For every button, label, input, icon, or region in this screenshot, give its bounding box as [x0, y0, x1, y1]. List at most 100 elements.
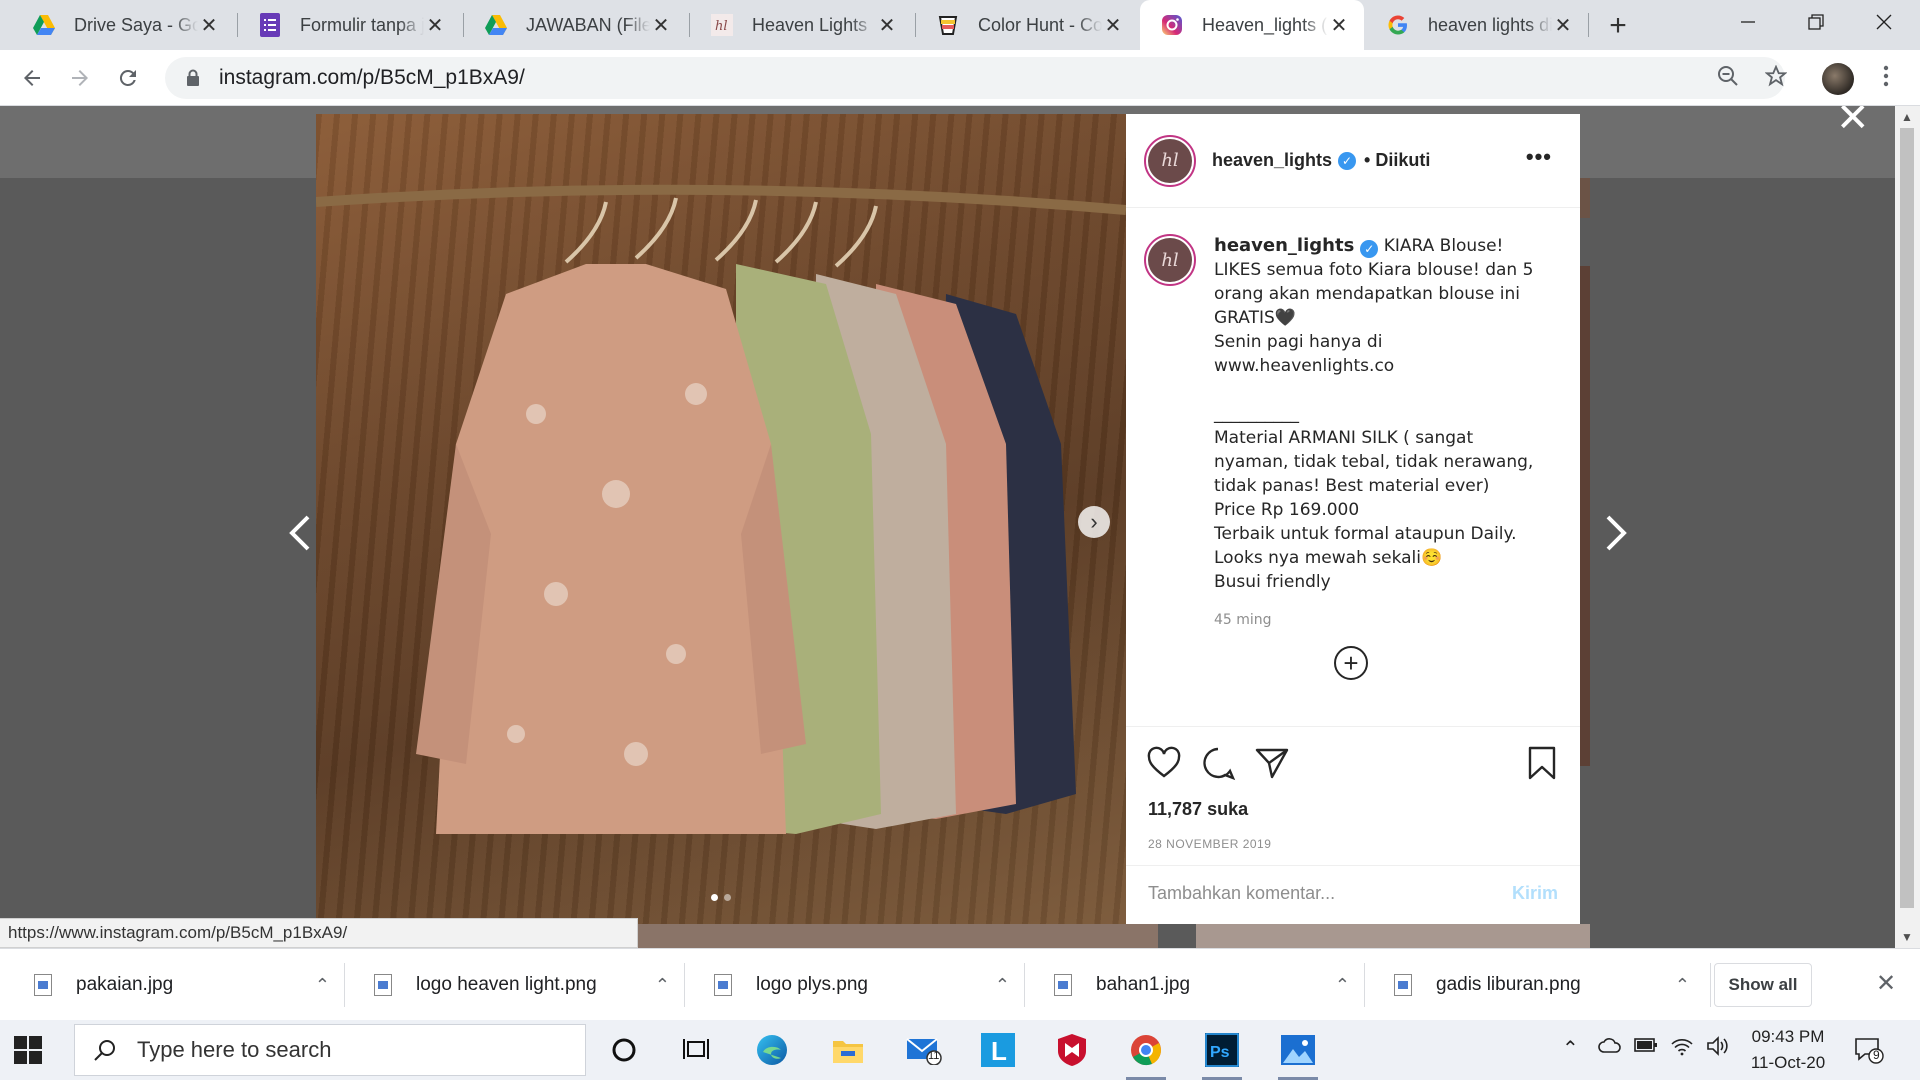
- tab-heaven-lights[interactable]: hl Heaven Lights ✕: [690, 0, 912, 50]
- windows-taskbar: Type here to search 11 L Ps ⌃ 09:43 PM 1…: [0, 1020, 1920, 1080]
- post-photo[interactable]: ›: [316, 114, 1126, 924]
- minimize-button[interactable]: [1716, 0, 1780, 44]
- chevron-up-icon[interactable]: ⌃: [1335, 975, 1350, 996]
- tab-title: Drive Saya - Google Drive: [74, 14, 198, 35]
- chevron-up-icon[interactable]: ⌃: [995, 975, 1010, 996]
- profile-avatar[interactable]: [1822, 63, 1854, 95]
- back-arrow-icon[interactable]: [12, 58, 52, 98]
- post-side-panel: hl heaven_lights ✓ • Diikuti ••• hl heav…: [1126, 114, 1580, 924]
- edge-browser-icon[interactable]: [752, 1030, 792, 1070]
- google-forms-icon: [258, 13, 282, 37]
- chrome-icon[interactable]: [1126, 1030, 1166, 1080]
- battery-icon[interactable]: [1634, 1036, 1658, 1059]
- lock-icon: [181, 69, 205, 87]
- send-comment-button[interactable]: Kirim: [1512, 883, 1558, 904]
- page-scrollbar[interactable]: ▲ ▼: [1895, 106, 1920, 948]
- close-tab-icon[interactable]: ✕: [424, 13, 446, 38]
- next-image-arrow-icon[interactable]: ›: [1078, 506, 1110, 538]
- caption-username[interactable]: heaven_lights: [1214, 235, 1354, 256]
- close-downloads-bar-icon[interactable]: ✕: [1876, 969, 1896, 998]
- reload-icon[interactable]: [108, 58, 148, 98]
- file-explorer-icon[interactable]: [828, 1030, 868, 1070]
- tab-jawaban[interactable]: JAWABAN (File responses) ✕: [464, 0, 686, 50]
- wifi-icon[interactable]: [1670, 1036, 1694, 1062]
- notification-center-icon[interactable]: 9: [1854, 1036, 1886, 1064]
- caption-author-avatar[interactable]: hl: [1144, 234, 1196, 286]
- photos-app-icon[interactable]: [1278, 1030, 1318, 1080]
- download-filename: pakaian.jpg: [76, 974, 174, 995]
- close-tab-icon[interactable]: ✕: [650, 13, 672, 38]
- zoom-icon[interactable]: [1708, 56, 1748, 96]
- share-send-icon[interactable]: [1254, 745, 1290, 781]
- google-drive-icon: [484, 13, 508, 37]
- mail-icon[interactable]: 11: [904, 1030, 944, 1070]
- load-more-comments-icon[interactable]: +: [1334, 646, 1368, 680]
- post-time-ago[interactable]: 45 ming: [1214, 608, 1554, 632]
- tab-forms[interactable]: Formulir tanpa judul ✕: [238, 0, 460, 50]
- forward-arrow-icon[interactable]: [60, 58, 100, 98]
- svg-text:L: L: [991, 1036, 1007, 1066]
- likes-count[interactable]: 11,787 suka: [1148, 799, 1248, 820]
- google-icon: [1386, 13, 1410, 37]
- download-item[interactable]: logo plys.png ⌃: [714, 949, 1010, 1021]
- task-view-icon[interactable]: [676, 1030, 716, 1070]
- download-filename: gadis liburan.png: [1436, 974, 1581, 995]
- tab-drive[interactable]: Drive Saya - Google Drive ✕: [12, 0, 234, 50]
- chevron-up-icon[interactable]: ⌃: [655, 975, 670, 996]
- address-bar[interactable]: instagram.com/p/B5cM_p1BxA9/: [165, 57, 1785, 99]
- save-bookmark-icon[interactable]: [1524, 745, 1560, 781]
- download-item[interactable]: pakaian.jpg ⌃: [34, 949, 330, 1021]
- color-hunt-icon: [936, 13, 960, 37]
- onedrive-cloud-icon[interactable]: [1598, 1036, 1622, 1060]
- browser-toolbar: instagram.com/p/B5cM_p1BxA9/: [0, 50, 1920, 106]
- close-tab-icon[interactable]: ✕: [198, 13, 220, 38]
- image-file-icon: [714, 974, 732, 996]
- blouses-illustration: [316, 184, 1126, 834]
- download-item[interactable]: logo heaven light.png ⌃: [374, 949, 670, 1021]
- show-hidden-icons-chevron-icon[interactable]: ⌃: [1562, 1036, 1579, 1061]
- menu-dots-icon[interactable]: [1866, 56, 1906, 96]
- comment-bubble-icon[interactable]: [1200, 745, 1236, 781]
- l-app-icon[interactable]: L: [978, 1030, 1018, 1070]
- post-actions: 11,787 suka 28 NOVEMBER 2019 Tambahkan k…: [1126, 726, 1580, 916]
- close-tab-icon[interactable]: ✕: [1102, 13, 1124, 38]
- chevron-up-icon[interactable]: ⌃: [1675, 975, 1690, 996]
- volume-icon[interactable]: [1706, 1036, 1730, 1062]
- download-item[interactable]: gadis liburan.png ⌃: [1394, 949, 1690, 1021]
- bookmark-star-icon[interactable]: [1756, 56, 1796, 96]
- close-tab-icon[interactable]: ✕: [1328, 13, 1350, 38]
- previous-post-arrow-icon[interactable]: [288, 506, 312, 562]
- tab-google-search[interactable]: heaven lights di Google ✕: [1366, 0, 1588, 50]
- restore-button[interactable]: [1784, 0, 1848, 44]
- author-username[interactable]: heaven_lights: [1212, 150, 1332, 171]
- image-file-icon: [1054, 974, 1072, 996]
- taskbar-search-box[interactable]: Type here to search: [74, 1024, 586, 1076]
- chevron-up-icon[interactable]: ⌃: [315, 975, 330, 996]
- more-options-icon[interactable]: •••: [1526, 144, 1552, 170]
- next-post-arrow-icon[interactable]: [1604, 506, 1628, 562]
- close-tab-icon[interactable]: ✕: [876, 13, 898, 38]
- follow-status[interactable]: • Diikuti: [1364, 150, 1430, 171]
- download-filename: logo heaven light.png: [416, 974, 597, 995]
- tab-instagram[interactable]: Heaven_lights (@heaven_lights) ✕: [1140, 0, 1364, 50]
- url-text: instagram.com/p/B5cM_p1BxA9/: [219, 66, 525, 89]
- new-tab-button[interactable]: +: [1600, 8, 1636, 44]
- like-heart-icon[interactable]: [1146, 745, 1182, 781]
- caption-text: heaven_lights ✓ KIARA Blouse! LIKES semua…: [1214, 234, 1554, 632]
- taskbar-clock[interactable]: 09:43 PM 11-Oct-20: [1738, 1024, 1838, 1076]
- close-modal-icon[interactable]: ✕: [1836, 106, 1870, 138]
- close-window-button[interactable]: [1852, 0, 1916, 44]
- close-tab-icon[interactable]: ✕: [1552, 13, 1574, 38]
- tab-title: Heaven_lights (@heaven_lights): [1202, 14, 1328, 35]
- show-all-downloads-button[interactable]: Show all: [1714, 963, 1812, 1007]
- comment-input[interactable]: Tambahkan komentar...: [1148, 883, 1335, 904]
- windows-start-icon[interactable]: [14, 1036, 42, 1064]
- tab-color-hunt[interactable]: Color Hunt - Color Palettes ✕: [916, 0, 1138, 50]
- photoshop-icon[interactable]: Ps: [1202, 1030, 1242, 1080]
- mcafee-shield-icon[interactable]: [1052, 1030, 1092, 1070]
- author-avatar[interactable]: hl: [1144, 134, 1196, 187]
- cortana-icon[interactable]: [604, 1030, 644, 1070]
- download-item[interactable]: bahan1.jpg ⌃: [1054, 949, 1350, 1021]
- heaven-lights-icon: hl: [710, 13, 734, 37]
- tab-title: JAWABAN (File responses): [526, 14, 650, 35]
